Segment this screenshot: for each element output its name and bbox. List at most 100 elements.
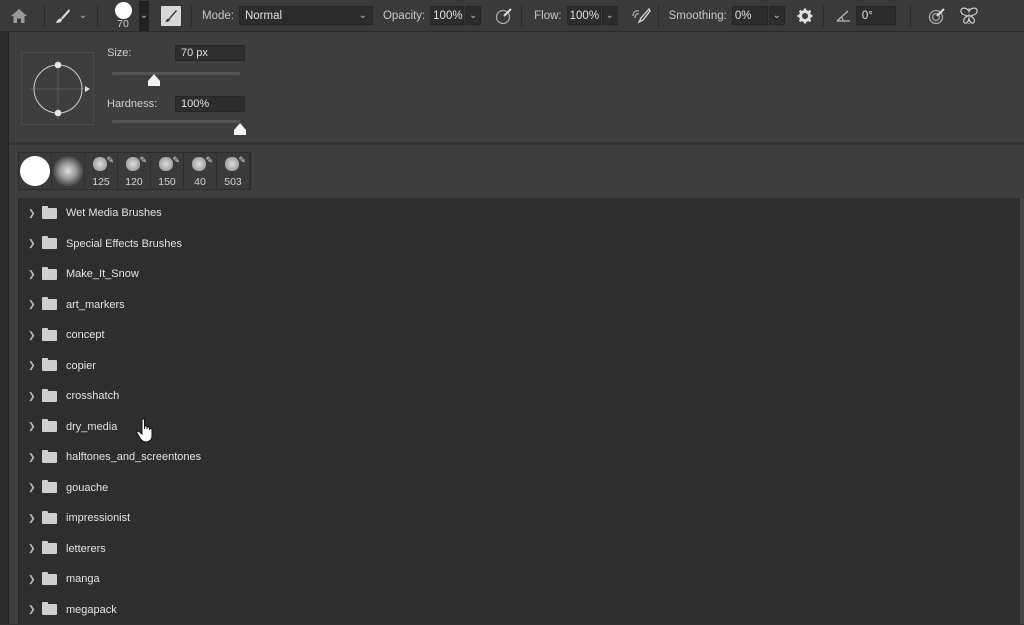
brush-settings-panel-toggle[interactable]	[161, 6, 181, 26]
folder-icon	[42, 513, 57, 524]
chevron-right-icon[interactable]: ❯	[28, 299, 38, 310]
symmetry-button[interactable]	[955, 7, 983, 25]
smoothing-options-button[interactable]	[793, 8, 817, 24]
brush-folder-item[interactable]: ❯megapack	[19, 595, 1021, 625]
chevron-right-icon[interactable]: ❯	[28, 604, 38, 615]
brush-size-label: 125	[92, 176, 110, 188]
chevron-right-icon[interactable]: ❯	[28, 208, 38, 219]
brush-folder-item[interactable]: ❯halftones_and_screentones	[19, 442, 1021, 473]
brush-folder-item[interactable]: ❯copier	[19, 351, 1021, 382]
folder-icon	[42, 543, 57, 554]
folder-icon	[42, 299, 57, 310]
mode-select[interactable]: Normal ⌄	[239, 6, 373, 25]
folder-icon	[42, 360, 57, 371]
brush-size-readout: 70	[117, 19, 129, 30]
recent-brush-textured[interactable]: ✎ 125	[85, 153, 118, 189]
chevron-right-icon[interactable]: ❯	[28, 330, 38, 341]
brush-folder-item[interactable]: ❯ Wet Media Brushes	[19, 198, 1021, 229]
brush-angle-input[interactable]: 0°	[856, 6, 896, 25]
brush-preset-picker[interactable]: 70 ⌄	[110, 1, 149, 31]
chevron-right-icon[interactable]: ❯	[28, 391, 38, 402]
brush-folder-item[interactable]: ❯ concept	[19, 320, 1021, 351]
brush-size-label: 503	[224, 176, 242, 188]
folder-name: Wet Media Brushes	[66, 207, 162, 219]
brush-folder-item[interactable]: ❯ letterers	[19, 534, 1021, 565]
opacity-value: 100%	[433, 10, 462, 22]
chevron-right-icon[interactable]: ❯	[28, 574, 38, 585]
airbrush-button[interactable]	[630, 7, 652, 25]
folder-name: letterers	[66, 543, 106, 555]
hand-pointer-cursor-icon	[135, 418, 157, 444]
chevron-down-icon: ⌄	[140, 10, 148, 21]
brush-tool-badge-icon: ✎	[172, 155, 180, 166]
folder-name: dry_media	[66, 421, 117, 433]
chevron-right-icon[interactable]: ❯	[28, 482, 38, 493]
chevron-right-icon[interactable]: ❯	[28, 513, 38, 524]
folder-icon	[42, 208, 57, 219]
chevron-down-icon: ⌄	[469, 10, 477, 21]
brush-folder-item[interactable]: ❯ Special Effects Brushes	[19, 229, 1021, 260]
size-value: 70 px	[181, 47, 208, 59]
brush-folder-list: ❯ Wet Media Brushes ❯ Special Effects Brush…	[18, 198, 1021, 624]
pressure-size-button[interactable]	[923, 7, 951, 25]
folder-name: Special Effects Brushes	[66, 238, 182, 250]
hardness-input[interactable]: 100%	[175, 96, 245, 112]
brush-tool-badge-icon: ✎	[238, 155, 246, 166]
recent-brush-scatter[interactable]: ✎ 503	[217, 153, 250, 189]
hardness-slider-thumb[interactable]	[234, 123, 246, 135]
recent-brush-textured[interactable]: ✎40	[184, 153, 217, 189]
chevron-right-icon[interactable]: ❯	[28, 269, 38, 280]
folder-icon	[42, 330, 57, 341]
brush-tool-badge-icon: ✎	[205, 155, 213, 166]
folder-icon	[42, 269, 57, 280]
folder-name: concept	[66, 329, 105, 341]
recent-brush-textured[interactable]: ✎120	[118, 153, 151, 189]
angle-value: 0°	[862, 10, 873, 22]
brush-folder-item[interactable]: ❯impressionist	[19, 503, 1021, 534]
brush-folder-item[interactable]: ❯manga	[19, 564, 1021, 595]
size-input[interactable]: 70 px	[175, 45, 245, 61]
folder-name: Make_It_Snow	[66, 268, 139, 280]
brush-folder-item[interactable]: ❯ Make_It_Snow	[19, 259, 1021, 290]
recent-brush-hard-round[interactable]	[19, 153, 52, 189]
brush-panel-toggle-icon	[164, 9, 178, 23]
chevron-down-icon: ⌄	[605, 10, 613, 21]
folder-name: art_markers	[66, 299, 125, 311]
tool-preset-picker[interactable]: ⌄	[51, 8, 91, 24]
hardness-slider-track[interactable]	[112, 120, 240, 123]
brush-list-scrollbar[interactable]	[1020, 198, 1024, 624]
hardness-label: Hardness:	[107, 98, 157, 110]
brush-folder-item[interactable]: ❯ art_markers	[19, 290, 1021, 321]
size-slider-thumb[interactable]	[148, 74, 160, 86]
soft-round-brush-icon	[52, 155, 84, 187]
pressure-opacity-icon	[495, 7, 513, 25]
airbrush-icon	[631, 7, 651, 25]
home-button[interactable]	[0, 0, 38, 32]
opacity-dropdown-button[interactable]: ⌄	[465, 6, 481, 25]
recent-brush-soft-round[interactable]	[52, 153, 85, 189]
brush-folder-item[interactable]: ❯crosshatch	[19, 381, 1021, 412]
chevron-right-icon[interactable]: ❯	[28, 421, 38, 432]
flow-input[interactable]: 100%	[567, 6, 601, 25]
flow-dropdown-button[interactable]: ⌄	[602, 6, 618, 25]
chevron-right-icon[interactable]: ❯	[28, 360, 38, 371]
pressure-opacity-button[interactable]	[493, 7, 515, 25]
recent-brush-textured[interactable]: ✎150	[151, 153, 184, 189]
size-slider-track[interactable]	[112, 72, 240, 75]
brush-tip-thumbnail-icon	[192, 157, 206, 171]
chevron-right-icon[interactable]: ❯	[28, 452, 38, 463]
folder-icon	[42, 238, 57, 249]
smoothing-dropdown-button[interactable]: ⌄	[769, 6, 785, 25]
brush-preset-picker-panel: Size: 70 px Hardness: 100% ✎125✎120✎150✎…	[8, 32, 1024, 624]
brush-tool-icon	[55, 8, 71, 24]
folder-name: gouache	[66, 482, 108, 494]
chevron-right-icon[interactable]: ❯	[28, 238, 38, 249]
brush-angle-roundness-widget[interactable]	[21, 52, 94, 125]
brush-folder-item[interactable]: ❯ dry_media	[19, 412, 1021, 443]
brush-tool-badge-icon: ✎	[106, 155, 114, 166]
brush-folder-item[interactable]: ❯ gouache	[19, 473, 1021, 504]
options-bar: ⌄ 70 ⌄ Mode: Normal ⌄ Opacity: 100% ⌄ Fl…	[0, 0, 1024, 32]
chevron-right-icon[interactable]: ❯	[28, 543, 38, 554]
smoothing-input[interactable]: 0%	[732, 6, 768, 25]
opacity-input[interactable]: 100%	[430, 6, 464, 25]
